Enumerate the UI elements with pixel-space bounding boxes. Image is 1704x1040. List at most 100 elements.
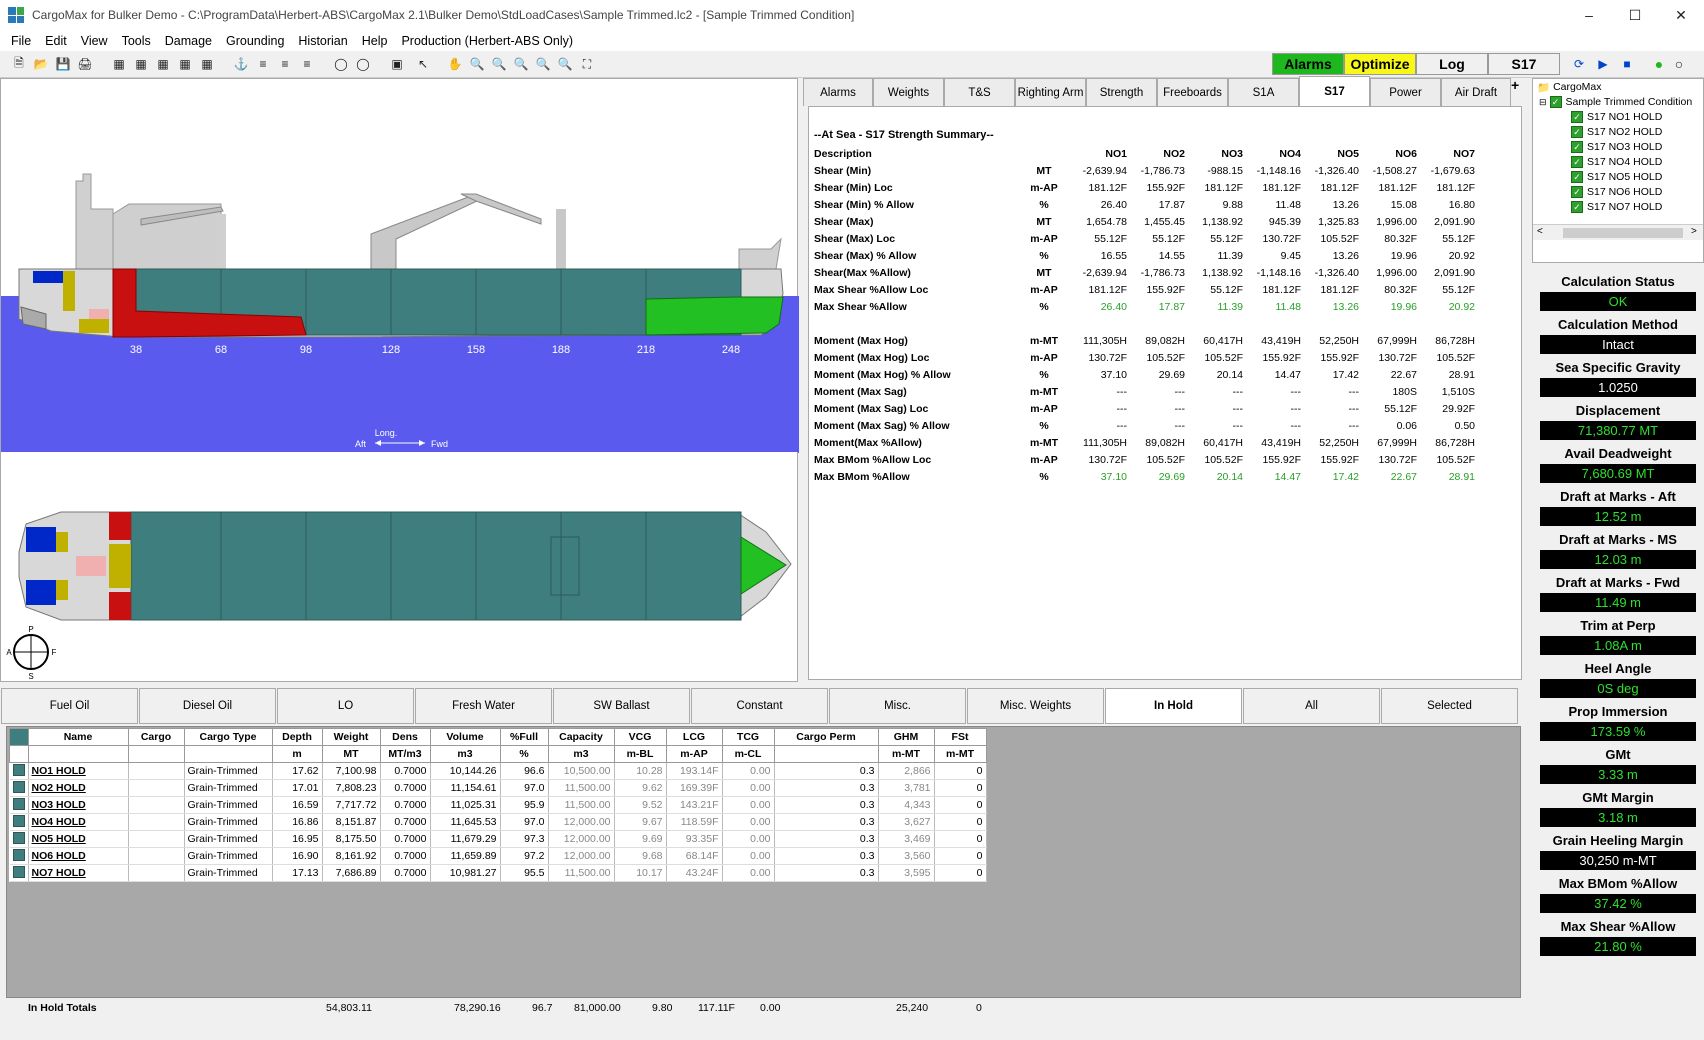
hold-cell[interactable]: 0	[934, 830, 987, 848]
grid-icon[interactable]: ▦	[110, 55, 128, 73]
plan-view[interactable]: P A F S	[0, 452, 798, 682]
hold-cell[interactable]: 9.68	[614, 847, 667, 865]
hold-cell[interactable]: 97.3	[500, 830, 549, 848]
hold-cell[interactable]: 11,500.00	[548, 864, 615, 882]
tree-item[interactable]: ✓ S17 NO7 HOLD	[1571, 199, 1662, 215]
hold-cell[interactable]: 11,500.00	[548, 779, 615, 797]
tab-power[interactable]: Power	[1370, 78, 1441, 106]
tab-weights[interactable]: Weights	[873, 78, 944, 106]
scroll-left-icon[interactable]: <	[1537, 226, 1543, 237]
tree-item[interactable]: ✓ S17 NO6 HOLD	[1571, 184, 1662, 200]
profile-view[interactable]: 38 68 98 128 158 188 218 248 Long. Aft F…	[0, 78, 799, 453]
alarms-button[interactable]: Alarms	[1272, 53, 1344, 75]
tree-scrollbar[interactable]: < >	[1533, 224, 1703, 240]
hold-cell[interactable]	[128, 796, 185, 814]
zoom-window-icon[interactable]: 🔍	[512, 55, 530, 73]
menu-file[interactable]: File	[4, 34, 38, 48]
hold-cell[interactable]: 95.9	[500, 796, 549, 814]
tree-item[interactable]: ✓ S17 NO3 HOLD	[1571, 139, 1662, 155]
hold-cell[interactable]	[128, 847, 185, 865]
layers-2-icon[interactable]: ≡	[276, 55, 294, 73]
zoom-extent-icon[interactable]: ⛶	[578, 55, 596, 73]
add-tab-icon[interactable]: +	[1511, 78, 1525, 92]
hold-cell[interactable]: Grain-Trimmed	[184, 762, 273, 780]
hold-cell[interactable]: 3,469	[878, 830, 935, 848]
hold-cell[interactable]: 96.6	[500, 762, 549, 780]
hold-cell[interactable]	[128, 864, 185, 882]
s17-button[interactable]: S17	[1488, 53, 1560, 75]
hold-col-header[interactable]: TCG	[721, 728, 775, 746]
hold-cell[interactable]: 12,000.00	[548, 813, 615, 831]
hold-cell[interactable]: 143.21F	[666, 796, 723, 814]
hold-cell[interactable]: 9.69	[614, 830, 667, 848]
hold-cell[interactable]: 0.3	[774, 813, 879, 831]
hold-name-link[interactable]: NO5 HOLD	[28, 830, 129, 848]
hold-cell[interactable]: 0.00	[722, 847, 775, 865]
hold-cell[interactable]: 7,686.89	[322, 864, 381, 882]
open-file-icon[interactable]: 📂	[32, 55, 50, 73]
zoom-fit-icon[interactable]: 🔍	[556, 55, 574, 73]
tree-item[interactable]: ✓ S17 NO5 HOLD	[1571, 169, 1662, 185]
hold-name-link[interactable]: NO2 HOLD	[28, 779, 129, 797]
zoom-prev-icon[interactable]: 🔍	[534, 55, 552, 73]
menu-production[interactable]: Production (Herbert-ABS Only)	[394, 34, 580, 48]
hold-col-header[interactable]: GHM	[877, 728, 935, 746]
tab-constant[interactable]: Constant	[691, 688, 828, 724]
tree-root[interactable]: 📁 CargoMax	[1537, 79, 1602, 95]
hold-cell[interactable]: 0.7000	[380, 830, 431, 848]
maximize-button[interactable]: ☐	[1612, 0, 1658, 30]
hold-cell[interactable]: 0	[934, 813, 987, 831]
tree-item[interactable]: ✓ S17 NO2 HOLD	[1571, 124, 1662, 140]
tab-strength[interactable]: Strength	[1086, 78, 1157, 106]
hold-cell[interactable]: 97.2	[500, 847, 549, 865]
menu-edit[interactable]: Edit	[38, 34, 74, 48]
table-row[interactable]: NO4 HOLD Grain-Trimmed 16.86 8,151.87 0.7000…	[9, 813, 987, 831]
hold-cell[interactable]: 10,500.00	[548, 762, 615, 780]
tree-item[interactable]: ✓ S17 NO4 HOLD	[1571, 154, 1662, 170]
hold-col-header[interactable]: VCG	[613, 728, 667, 746]
hold-col-header[interactable]: FSt	[933, 728, 987, 746]
hold-col-header[interactable]: Name	[27, 728, 129, 746]
hold-cell[interactable]: 0.3	[774, 847, 879, 865]
hold-cell[interactable]: 16.86	[272, 813, 323, 831]
hold-cell[interactable]: 9.52	[614, 796, 667, 814]
hold-cell[interactable]: 0.00	[722, 796, 775, 814]
hold-cell[interactable]: 12,000.00	[548, 830, 615, 848]
table-row[interactable]: NO1 HOLD Grain-Trimmed 17.62 7,100.98 0.7000…	[9, 762, 987, 780]
hold-col-header[interactable]: %Full	[499, 728, 549, 746]
hold-cell[interactable]	[128, 813, 185, 831]
hold-name-link[interactable]: NO6 HOLD	[28, 847, 129, 865]
tank-icon[interactable]: ▦	[154, 55, 172, 73]
hold-cell[interactable]: 0.7000	[380, 813, 431, 831]
hold-col-header[interactable]: Cargo	[127, 728, 185, 746]
table-row[interactable]: NO5 HOLD Grain-Trimmed 16.95 8,175.50 0.7000…	[9, 830, 987, 848]
optimize-button[interactable]: Optimize	[1344, 53, 1416, 75]
hold-cell[interactable]: 8,175.50	[322, 830, 381, 848]
scroll-right-icon[interactable]: >	[1691, 226, 1697, 237]
hold-cell[interactable]: 0.7000	[380, 796, 431, 814]
hold-col-header[interactable]: Depth	[271, 728, 323, 746]
hold-cell[interactable]: 0	[934, 779, 987, 797]
hold-col-header[interactable]: Cargo Type	[183, 728, 273, 746]
tab-s1a[interactable]: S1A	[1228, 78, 1299, 106]
hold-cell[interactable]: 7,717.72	[322, 796, 381, 814]
tab-alarms[interactable]: Alarms	[803, 78, 873, 106]
stop-icon[interactable]: ■	[1618, 55, 1636, 73]
tab-diesel-oil[interactable]: Diesel Oil	[139, 688, 276, 724]
hold-cell[interactable]: 10,981.27	[430, 864, 501, 882]
table-row[interactable]: NO6 HOLD Grain-Trimmed 16.90 8,161.92 0.7000…	[9, 847, 987, 865]
hold-cell[interactable]: 68.14F	[666, 847, 723, 865]
hold-cell[interactable]: 97.0	[500, 779, 549, 797]
menu-grounding[interactable]: Grounding	[219, 34, 291, 48]
menu-view[interactable]: View	[74, 34, 115, 48]
menu-help[interactable]: Help	[355, 34, 395, 48]
hold-cell[interactable]: 3,627	[878, 813, 935, 831]
ship-icon[interactable]: ⚓	[232, 55, 250, 73]
tab-s17[interactable]: S17	[1299, 76, 1370, 106]
hull-2-icon[interactable]: ◯	[354, 55, 372, 73]
tab-misc[interactable]: Misc.	[829, 688, 966, 724]
hold-cell[interactable]: 0.3	[774, 796, 879, 814]
pointer-icon[interactable]: ↖	[414, 55, 432, 73]
hold-name-link[interactable]: NO1 HOLD	[28, 762, 129, 780]
play-icon[interactable]: ▶	[1594, 55, 1612, 73]
